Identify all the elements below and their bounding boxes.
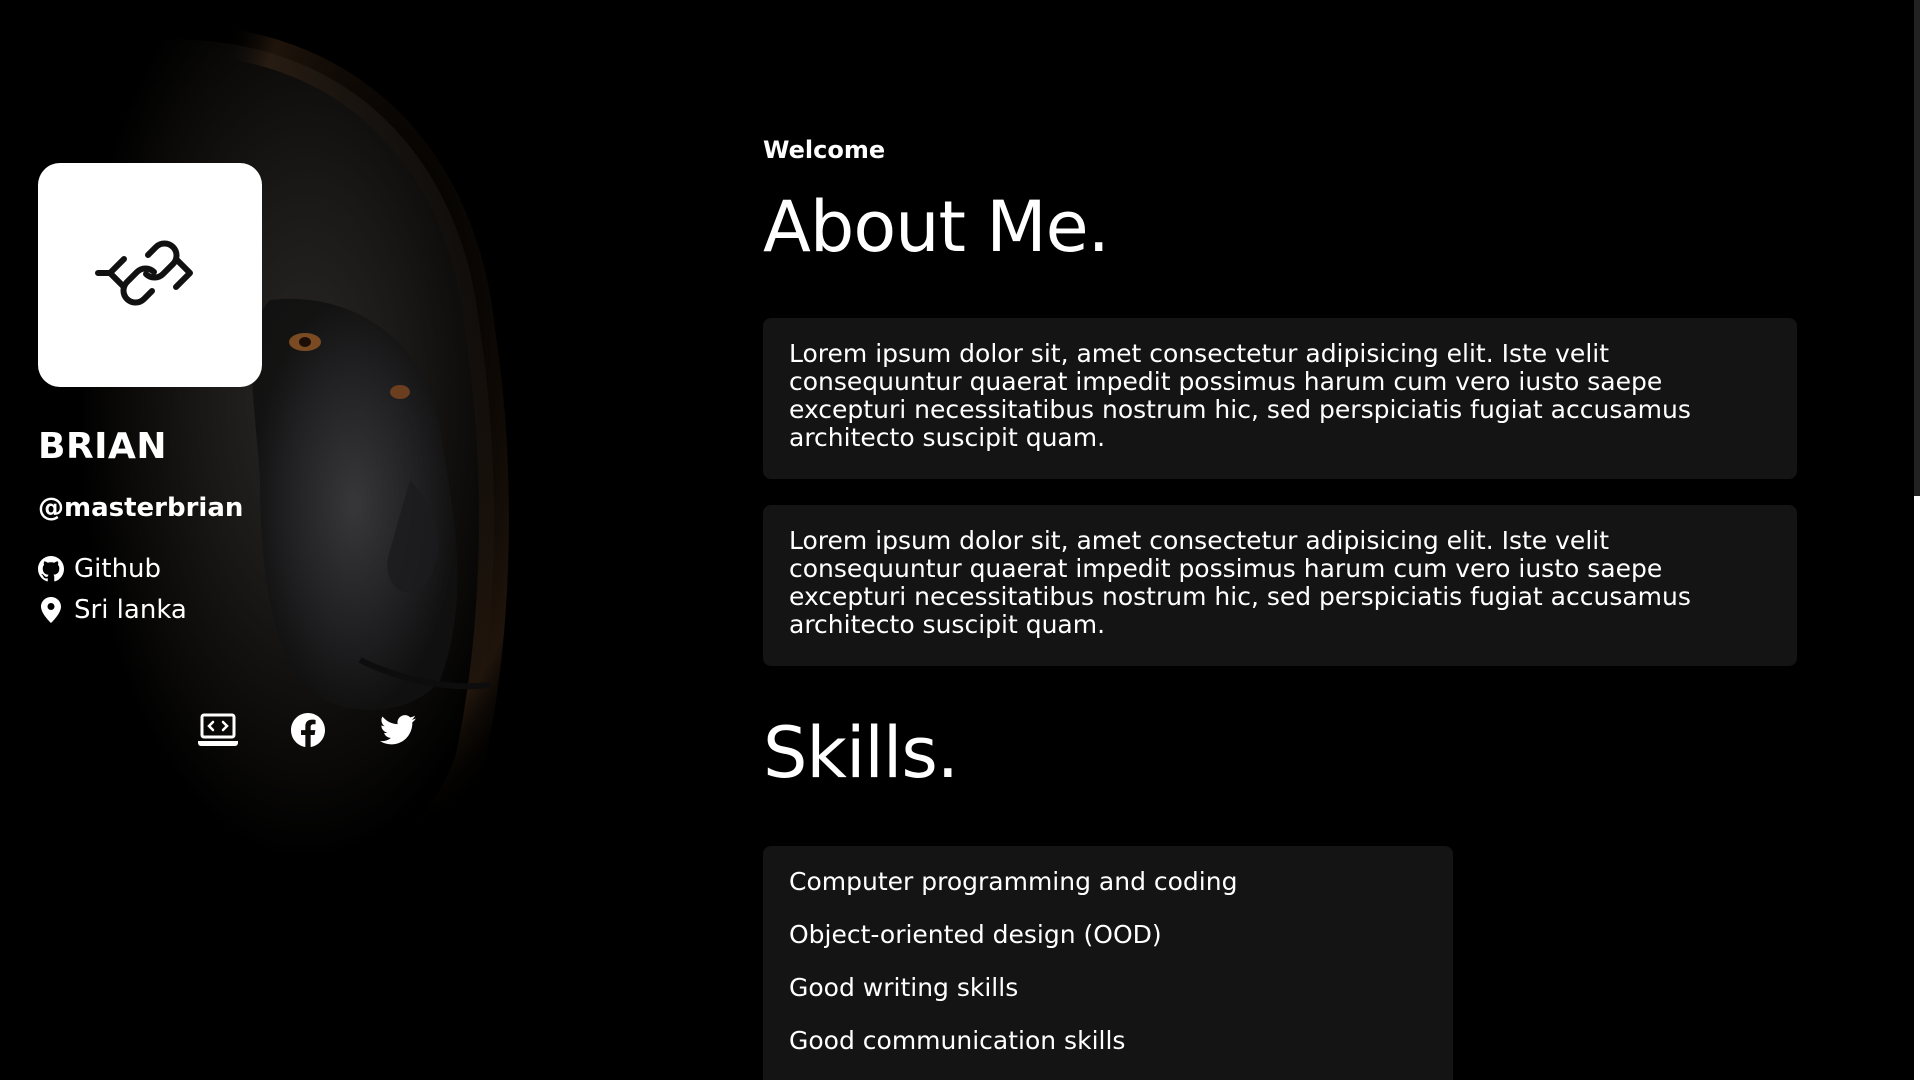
about-paragraph: Lorem ipsum dolor sit, amet consectetur … [789,339,1691,452]
skills-title: Skills. [763,712,959,794]
profile-page: BRIAN @masterbrian Github Sri lanka Welc… [0,0,1920,1080]
about-paragraph-card: Lorem ipsum dolor sit, amet consectetur … [763,505,1797,666]
skill-item: Object-oriented design (OOD) [789,920,1162,949]
skill-item: Good writing skills [789,973,1019,1002]
github-link[interactable]: Github [38,554,161,584]
welcome-label: Welcome [763,136,886,164]
skill-item: Good communication skills [789,1026,1126,1055]
location-row: Sri lanka [38,595,187,625]
facebook-icon[interactable] [288,710,328,750]
about-title: About Me. [763,186,1110,268]
scrollbar-edge [1914,496,1920,1080]
about-paragraph-card: Lorem ipsum dolor sit, amet consectetur … [763,318,1797,479]
twitter-icon[interactable] [378,710,418,750]
profile-name: BRIAN [38,426,168,467]
laptop-code-icon[interactable] [198,710,238,750]
skill-item: Computer programming and coding [789,867,1238,896]
about-paragraph: Lorem ipsum dolor sit, amet consectetur … [789,526,1691,639]
skills-card: Computer programming and coding Object-o… [763,846,1453,1080]
social-links [198,710,418,750]
skills-list: Computer programming and coding Object-o… [789,868,1427,1080]
logo-card [38,163,262,387]
profile-handle: @masterbrian [38,493,244,523]
github-icon [38,556,64,582]
profile-sidebar: BRIAN @masterbrian Github Sri lanka [38,0,518,1080]
map-pin-icon [38,597,64,623]
github-label: Github [74,554,162,584]
location-label: Sri lanka [74,595,187,625]
scrollbar-thumb[interactable] [1914,0,1920,496]
code-link-icon [90,233,210,317]
